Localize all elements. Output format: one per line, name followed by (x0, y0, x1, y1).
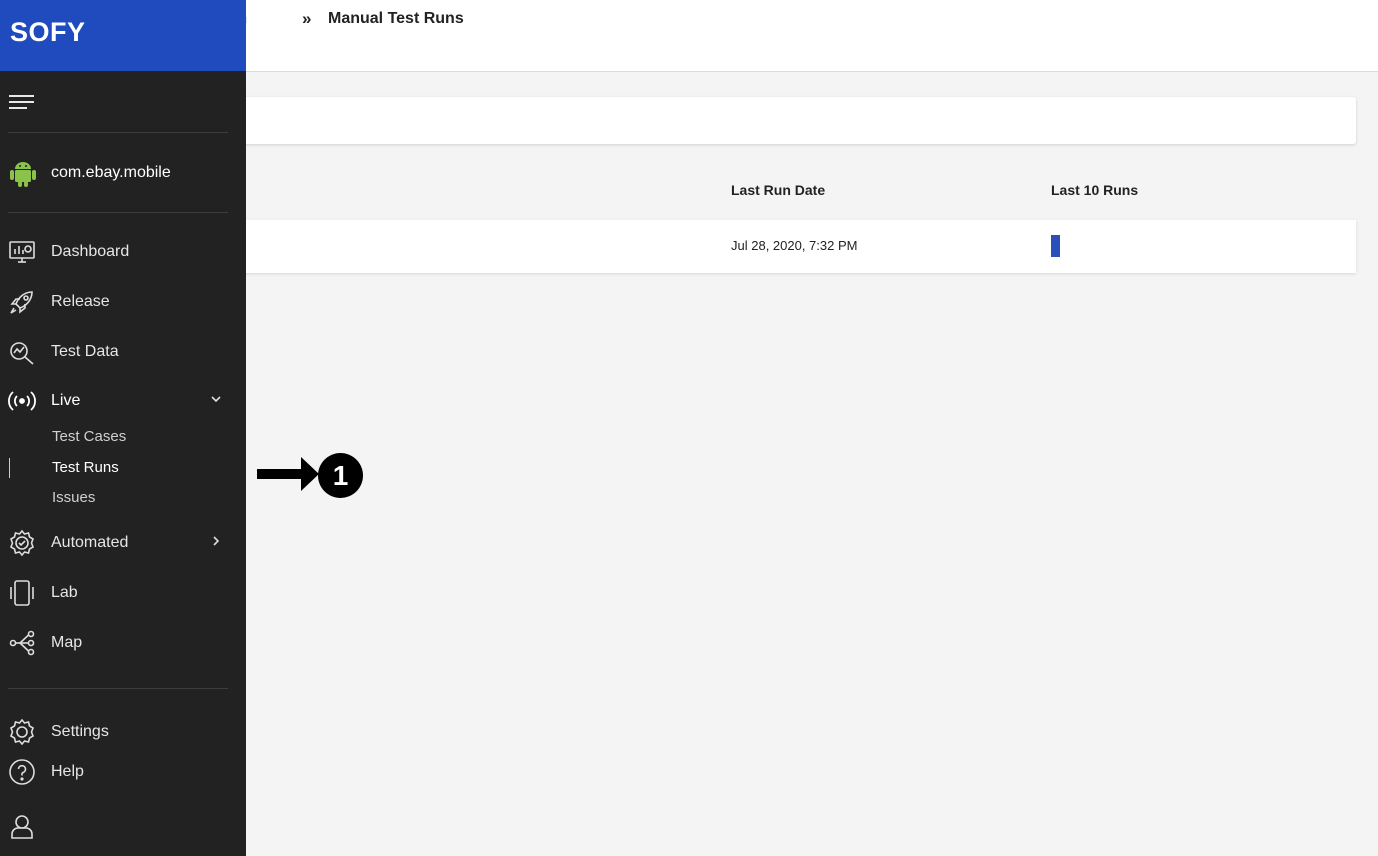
sidebar-item-user[interactable] (0, 806, 246, 846)
sidebar-item-help[interactable]: Help (0, 752, 246, 792)
annotation-arrow-icon (257, 457, 319, 491)
sidebar-item-test-data[interactable]: Test Data (0, 332, 246, 372)
sidebar-item-label: Release (51, 293, 110, 310)
sidebar-subitem-test-runs[interactable]: Test Runs (52, 459, 119, 476)
breadcrumb-separator: » (302, 9, 312, 28)
sidebar-item-lab[interactable]: Lab (0, 573, 246, 613)
sidebar-item-label: Settings (51, 723, 109, 740)
user-icon (11, 815, 33, 839)
sidebar-divider (8, 212, 228, 213)
sidebar-subitem-test-cases[interactable]: Test Cases (52, 428, 126, 445)
sidebar-item-release[interactable]: Release (0, 282, 246, 322)
sidebar-item-live[interactable]: Live (0, 381, 246, 421)
run-result-bar[interactable] (1051, 235, 1060, 257)
brand-logo[interactable]: SOFY (0, 0, 246, 71)
sidebar-divider (8, 132, 228, 133)
sidebar-item-automated[interactable]: Automated (0, 523, 246, 563)
map-tree-icon (9, 630, 35, 656)
sidebar-item-label: Lab (51, 584, 78, 601)
chevron-right-icon[interactable] (210, 535, 222, 547)
sidebar-item-label: Test Data (51, 343, 119, 360)
chevron-down-icon[interactable] (210, 393, 222, 405)
search-filter-bar[interactable] (230, 97, 1356, 144)
sidebar-item-label: Dashboard (51, 243, 130, 260)
android-icon (10, 162, 36, 187)
last-run-date-cell: Jul 28, 2020, 7:32 PM (731, 238, 858, 253)
sidebar-item-settings[interactable]: Settings (0, 712, 246, 752)
dashboard-icon (9, 241, 35, 263)
app-name: com.ebay.mobile (51, 164, 171, 181)
column-header-last-run-date[interactable]: Last Run Date (731, 182, 825, 198)
table-row[interactable]: Jul 28, 2020, 7:32 PM (230, 220, 1356, 273)
sidebar-item-label: Live (51, 392, 81, 409)
sidebar-item-label: Automated (51, 534, 129, 551)
sidebar: SOFY com.ebay.mobile Dashboard Release T… (0, 0, 246, 856)
app-selector[interactable]: com.ebay.mobile (0, 155, 246, 191)
rocket-icon (10, 291, 33, 314)
automated-gear-icon (10, 529, 34, 557)
sidebar-subitem-issues[interactable]: Issues (52, 489, 95, 506)
page-title: Manual Test Runs (328, 10, 464, 27)
help-icon (9, 759, 35, 785)
sidebar-item-map[interactable]: Map (0, 623, 246, 663)
test-data-icon (10, 342, 34, 365)
phone-icon (10, 580, 34, 606)
sidebar-item-label: Help (51, 763, 84, 780)
column-header-last-10-runs[interactable]: Last 10 Runs (1051, 182, 1138, 198)
sidebar-divider (8, 688, 228, 689)
gear-icon (10, 718, 34, 746)
live-broadcast-icon (8, 391, 36, 411)
active-indicator (9, 458, 10, 478)
sidebar-item-label: Map (51, 634, 83, 651)
sidebar-item-dashboard[interactable]: Dashboard (0, 232, 246, 272)
annotation-badge: 1 (318, 453, 363, 498)
menu-hamburger-icon[interactable] (9, 95, 34, 111)
